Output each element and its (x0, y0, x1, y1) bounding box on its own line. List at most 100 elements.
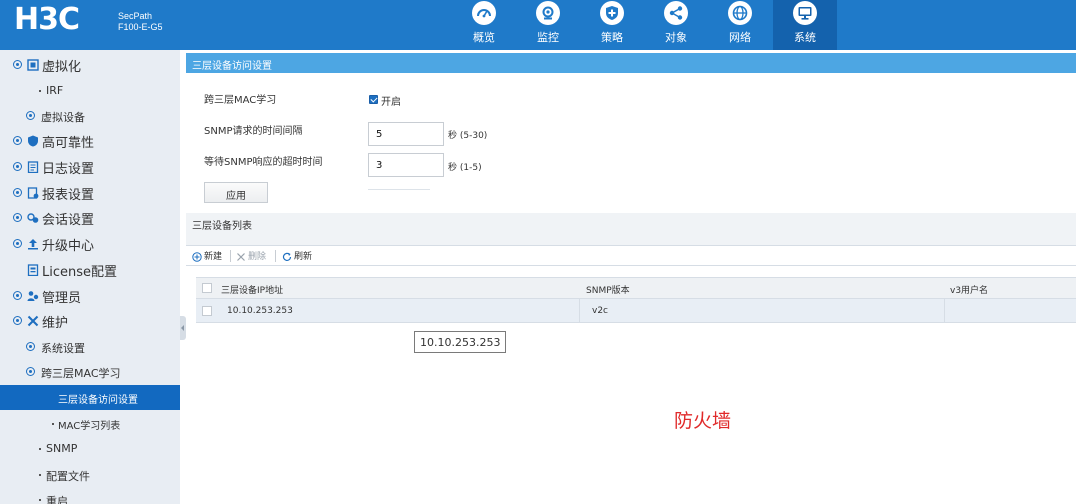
cell-ip: 10.10.253.253 (227, 306, 293, 316)
nav-monitor[interactable]: 监控 (516, 0, 580, 50)
sidebar-item-label: 高可靠性 (42, 136, 95, 151)
sidebar-item-label: 会话设置 (42, 213, 95, 228)
monitor-icon (793, 1, 817, 25)
nav-system[interactable]: 系统 (773, 0, 837, 50)
sidebar-item-layer3-device-access[interactable]: 三层设备访问设置 (0, 385, 180, 410)
bullet-dot (39, 499, 41, 501)
toolbar-separator (275, 250, 276, 262)
snmp-interval-input[interactable]: 5 (368, 122, 444, 146)
sidebar-item-label: 虚拟化 (42, 60, 82, 75)
delete-button[interactable]: 删除 (236, 249, 266, 262)
mac-learning-checkbox[interactable] (369, 95, 378, 104)
nav-label: 策略 (601, 31, 623, 44)
nav-label: 网络 (729, 31, 751, 44)
mac-learning-option-label: 开启 (381, 97, 401, 108)
sidebar-item-log-settings[interactable]: 日志设置 (0, 154, 180, 179)
sidebar-item-label: SNMP (46, 442, 78, 455)
refresh-button[interactable]: 刷新 (282, 249, 312, 262)
sidebar: 虚拟化 IRF 虚拟设备 高可靠性 日志设置 报表设置 会话设置 升级中心 Li… (0, 50, 180, 504)
sidebar-item-high-availability[interactable]: 高可靠性 (0, 128, 180, 153)
admin-users-icon (27, 291, 39, 301)
sidebar-item-irf[interactable]: IRF (0, 78, 180, 103)
bullet-dot (39, 474, 41, 476)
product-line-2: F100-E-G5 (118, 22, 163, 32)
new-button[interactable]: 新建 (192, 249, 222, 262)
sidebar-item-system-settings[interactable]: 系统设置 (0, 334, 180, 359)
share-nodes-icon (664, 1, 688, 25)
shield-plus-icon (600, 1, 624, 25)
h3c-logo: H3C (14, 2, 80, 37)
expand-circle-icon (26, 342, 35, 351)
sidebar-item-label: 日志设置 (42, 162, 95, 177)
sidebar-item-reboot[interactable]: 重启 (0, 487, 180, 504)
camera-icon (536, 1, 560, 25)
bullet-dot (39, 448, 41, 450)
row-checkbox[interactable] (202, 306, 212, 316)
sidebar-item-upgrade-center[interactable]: 升级中心 (0, 231, 180, 256)
expand-circle-icon (13, 291, 22, 300)
column-header-ip[interactable]: 三层设备IP地址 (221, 283, 283, 296)
product-line-1: SecPath (118, 11, 153, 21)
report-icon (27, 187, 39, 199)
apply-button[interactable]: 应用 (204, 182, 268, 203)
nav-label: 对象 (665, 31, 687, 44)
nav-label: 系统 (794, 31, 816, 44)
product-name: SecPath F100-E-G5 (118, 11, 163, 33)
nav-overview[interactable]: 概览 (452, 0, 516, 50)
select-all-checkbox[interactable] (202, 283, 212, 293)
sidebar-item-virtualization[interactable]: 虚拟化 (0, 52, 180, 77)
sidebar-item-label: 跨三层MAC学习 (41, 367, 121, 380)
sidebar-item-report-settings[interactable]: 报表设置 (0, 180, 180, 205)
sidebar-item-cross-layer3-mac[interactable]: 跨三层MAC学习 (0, 359, 180, 384)
sidebar-item-license[interactable]: License配置 (0, 257, 180, 282)
snmp-timeout-input[interactable]: 3 (368, 153, 444, 177)
sidebar-item-administrators[interactable]: 管理员 (0, 283, 180, 308)
expand-circle-icon (13, 60, 22, 69)
new-button-label: 新建 (204, 252, 223, 262)
band-spacer (186, 235, 1076, 245)
expand-circle-icon (13, 213, 22, 222)
close-icon (237, 252, 245, 261)
sidebar-item-virtual-device[interactable]: 虚拟设备 (0, 103, 180, 128)
virtual-icon (27, 59, 39, 71)
nav-network[interactable]: 网络 (708, 0, 772, 50)
delete-button-label: 删除 (248, 252, 267, 262)
list-header-band: 三层设备列表 (186, 213, 1076, 235)
nav-objects[interactable]: 对象 (644, 0, 708, 50)
top-header: H3C SecPath F100-E-G5 概览 监控 策略 对象 网络 系统 (0, 0, 1076, 50)
sidebar-item-session-settings[interactable]: 会话设置 (0, 205, 180, 230)
nav-label: 概览 (473, 31, 495, 44)
sidebar-item-label: IRF (46, 84, 64, 97)
main-nav: 概览 监控 策略 对象 网络 系统 (452, 0, 837, 50)
sidebar-item-label: 报表设置 (42, 188, 95, 203)
gauge-icon (472, 1, 496, 25)
expand-circle-icon (13, 239, 22, 248)
section-header: 三层设备访问设置 (186, 53, 1076, 73)
sidebar-item-label: 管理员 (42, 291, 82, 306)
expand-circle-icon (13, 136, 22, 145)
nav-policy[interactable]: 策略 (580, 0, 644, 50)
bullet-dot (39, 90, 41, 92)
shield-icon (28, 135, 38, 147)
sidebar-item-maintenance[interactable]: 维护 (0, 308, 180, 333)
sidebar-item-label: 重启 (46, 495, 68, 504)
column-divider (579, 299, 580, 323)
mac-learning-label: 跨三层MAC学习 (204, 95, 277, 106)
license-icon (27, 264, 39, 276)
session-icon (27, 213, 39, 223)
table-row[interactable]: 10.10.253.253 v2c (196, 299, 1076, 323)
nav-label: 监控 (537, 31, 559, 44)
list-toolbar: 新建 删除 刷新 (186, 245, 1076, 266)
globe-icon (728, 1, 752, 25)
sidebar-item-config-file[interactable]: 配置文件 (0, 462, 180, 487)
column-header-v3-user[interactable]: v3用户名 (950, 283, 988, 296)
sidebar-item-label: 系统设置 (41, 342, 85, 355)
app-root: H3C SecPath F100-E-G5 概览 监控 策略 对象 网络 系统 … (0, 0, 1076, 504)
snmp-timeout-label: 等待SNMP响应的超时时间 (204, 157, 323, 168)
expand-circle-icon (13, 162, 22, 171)
sidebar-item-mac-learning-list[interactable]: MAC学习列表 (0, 411, 180, 436)
sidebar-item-snmp[interactable]: SNMP (0, 436, 180, 461)
sidebar-item-label: 虚拟设备 (41, 111, 85, 124)
ip-tooltip: 10.10.253.253 (414, 331, 506, 353)
column-header-snmp-version[interactable]: SNMP版本 (586, 283, 630, 296)
